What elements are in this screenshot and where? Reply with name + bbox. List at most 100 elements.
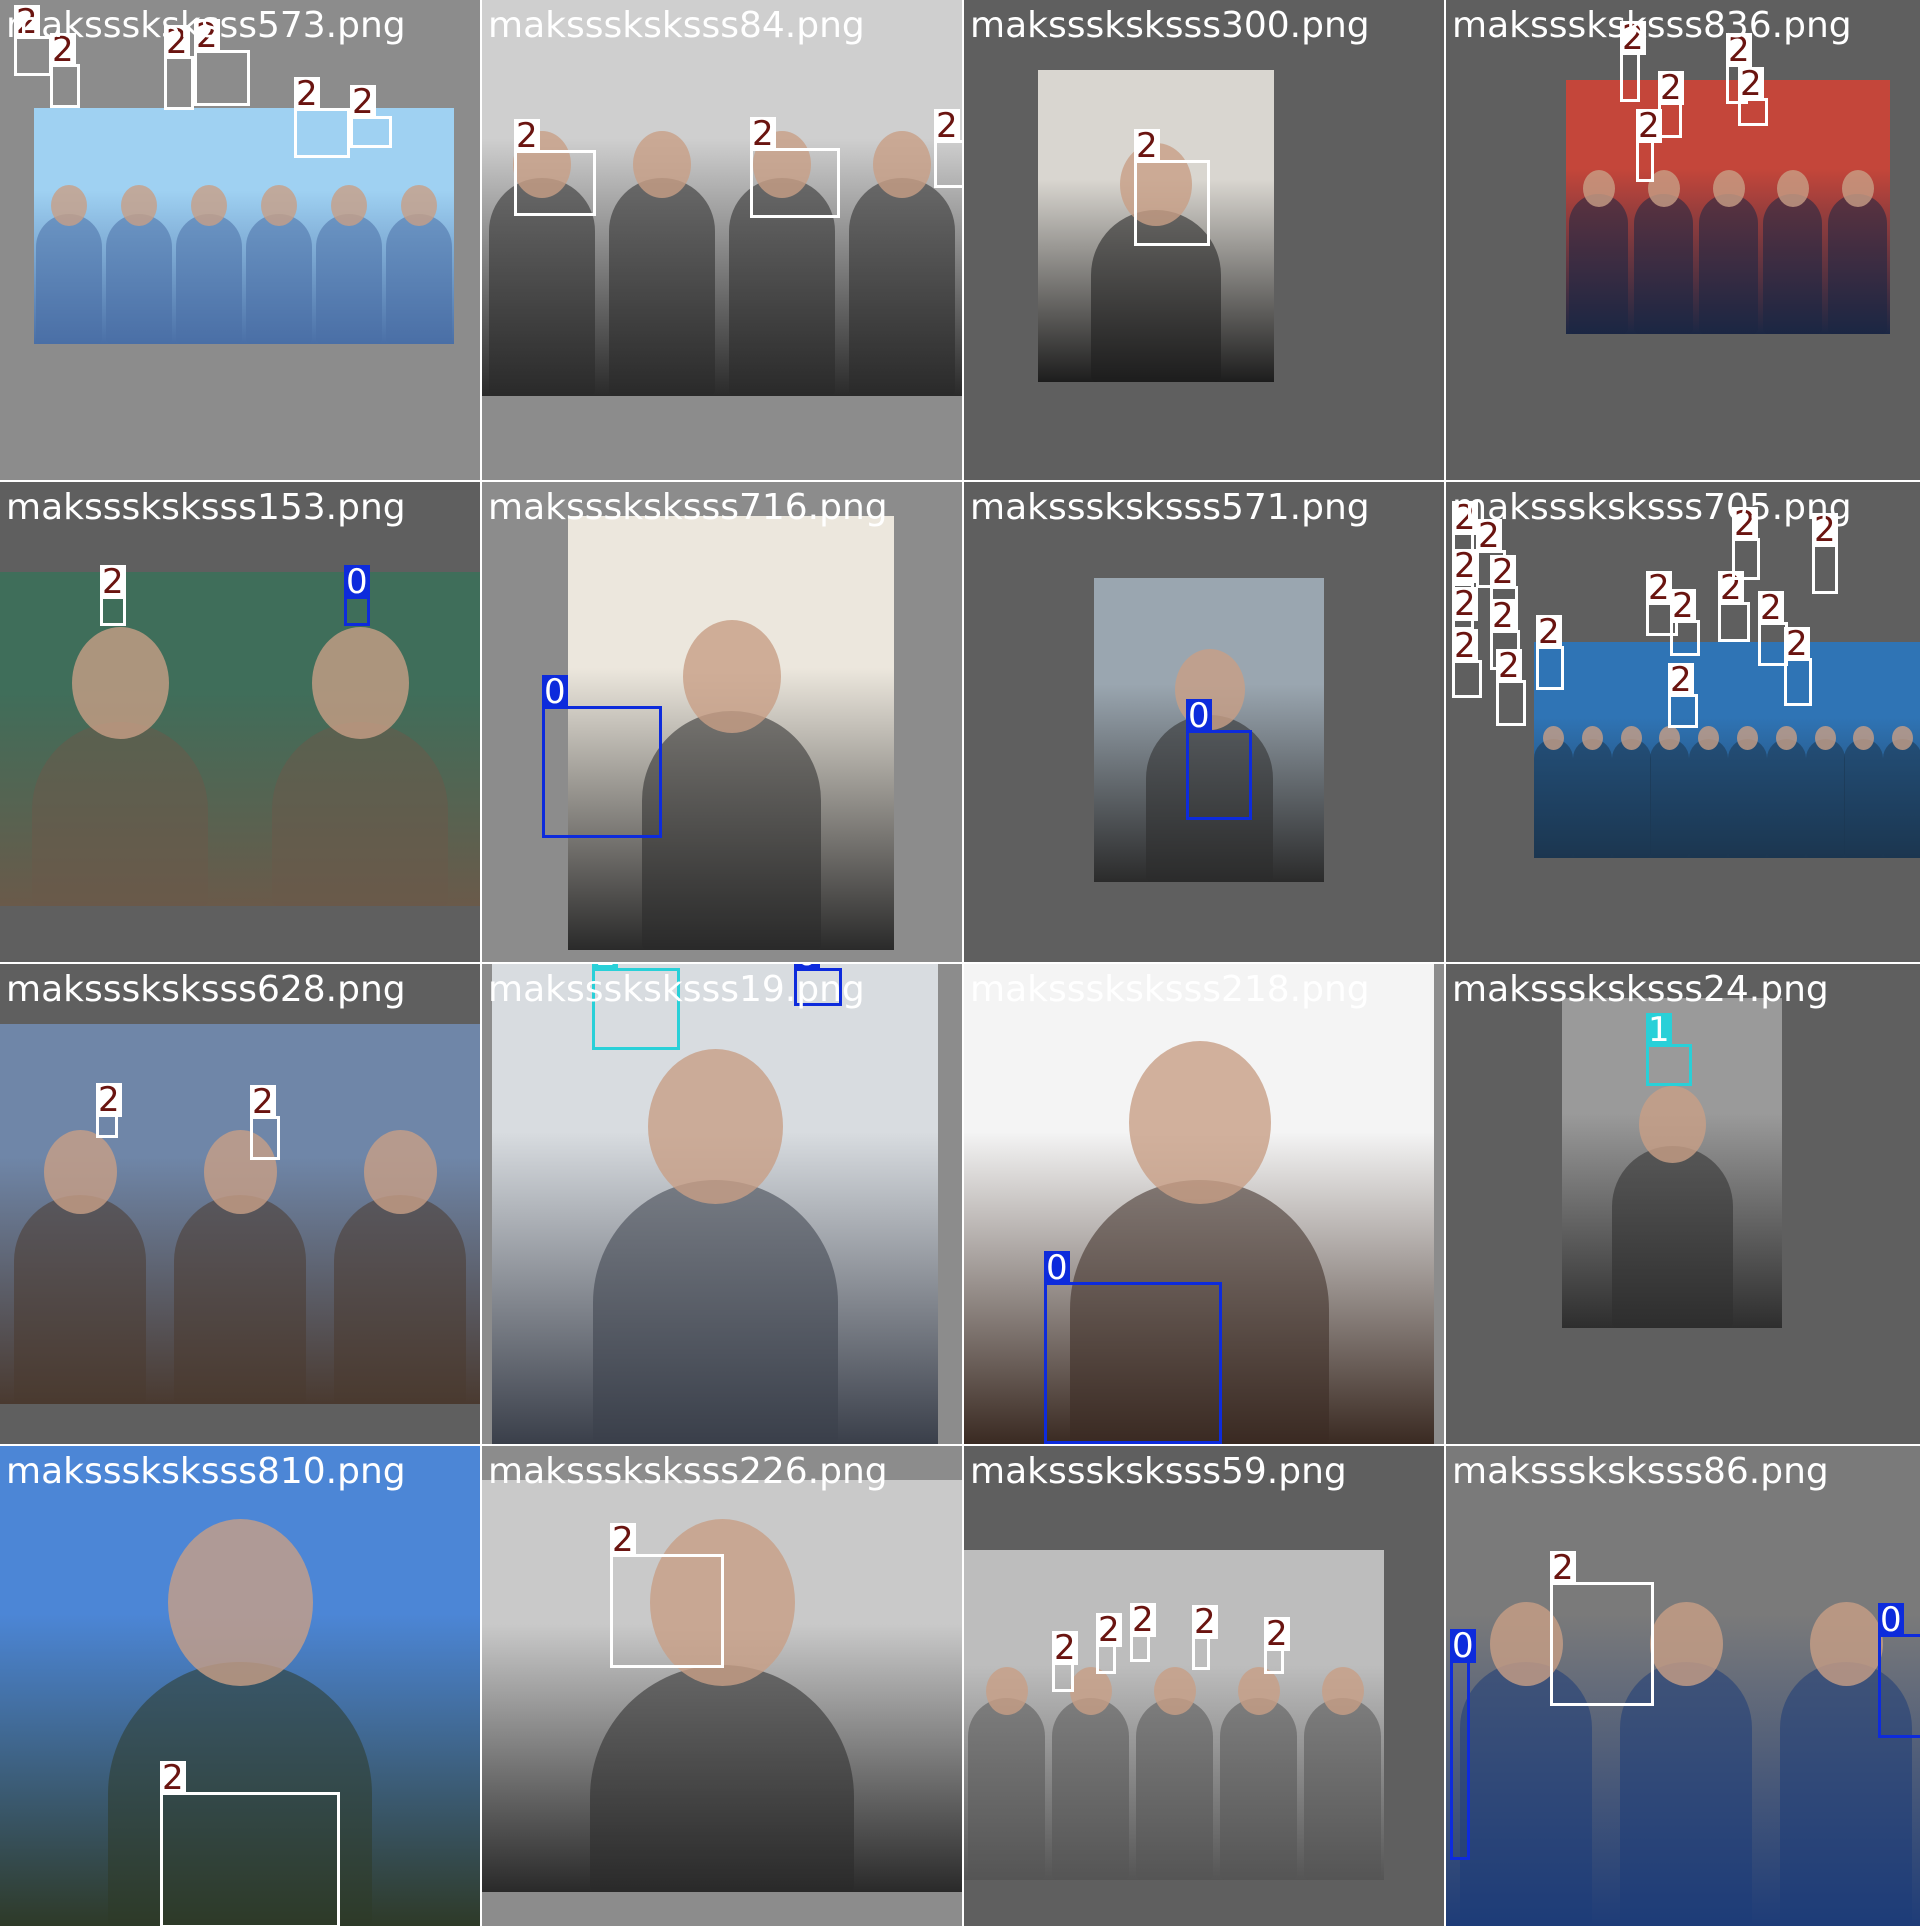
mosaic-tile: maksssksksss716.png 0 [482,482,962,962]
detection-box-class-2: 2 [1812,513,1838,594]
photo-head [401,185,437,226]
detection-label: 2 [294,74,320,114]
photo-head [1129,1041,1271,1204]
tile-photo [1534,642,1920,858]
photo-head [191,185,227,226]
photo-head [1154,1667,1196,1715]
detection-box-class-2: 2 [1496,649,1526,726]
detection-box-class-2: 2 [1620,21,1646,102]
mosaic-tile: maksssksksss836.png 2 2 2 2 2 [1446,0,1920,480]
detection-box-class-2: 2 [934,109,962,188]
detection-label: 2 [1646,568,1672,608]
photo-head [1892,726,1913,750]
photo-silhouette [174,1195,306,1404]
photo-head [331,185,367,226]
photo-head [1853,726,1874,750]
detection-box-class-2: 2 [250,1085,280,1160]
photo-head [873,131,931,198]
tile-filename: maksssksksss300.png [970,5,1370,46]
detection-box-class-2: 2 [100,565,126,626]
photo-head [1713,170,1745,207]
tile-photo [0,1024,480,1404]
tile-filename: maksssksksss628.png [6,969,406,1010]
mosaic-tile: maksssksksss84.png 2 2 2 [482,0,962,480]
photo-silhouette [968,1698,1045,1880]
mosaic-tile: maksssksksss218.png 0 [964,964,1444,1444]
photo-head [986,1667,1028,1715]
detection-box-class-2: 2 [1658,71,1684,138]
detection-label: 2 [1496,646,1522,686]
detection-label: 2 [1550,1548,1576,1588]
photo-silhouette [1883,739,1920,858]
photo-head [1698,726,1719,750]
detection-label: 2 [1452,584,1478,624]
detection-label: 2 [1264,1614,1290,1654]
detection-label: 0 [1186,696,1212,736]
photo-head [364,1130,437,1214]
detection-label: 2 [934,106,960,146]
photo-silhouette [14,1195,146,1404]
photo-head [1650,1602,1723,1686]
tile-photo [482,1480,962,1892]
detection-box-class-0: 0 [1186,699,1252,820]
photo-silhouette [1573,739,1612,858]
mosaic-tile: maksssksksss153.png 2 0 [0,482,480,962]
photo-silhouette [642,711,821,950]
photo-head [633,131,691,198]
detection-label: 2 [1452,626,1478,666]
photo-silhouette [386,214,452,344]
photo-silhouette [849,178,955,396]
photo-silhouette [593,1180,838,1444]
detection-box-class-2: 2 [294,77,350,158]
detection-box-class-2: 2 [1550,1551,1654,1706]
detection-label: 2 [1490,596,1516,636]
mosaic-tile: maksssksksss86.png 2 0 0 [1446,1446,1920,1926]
tile-filename: maksssksksss19.png [488,969,865,1010]
photo-head [1238,1667,1280,1715]
detection-label: 2 [514,116,540,156]
detection-label: 2 [1452,546,1478,586]
detection-label: 0 [344,562,370,602]
detection-label: 2 [350,82,376,122]
detection-box-class-0: 0 [1450,1629,1476,1860]
detection-box-class-2: 2 [160,1761,340,1926]
photo-silhouette [1767,739,1806,858]
photo-silhouette [1304,1698,1381,1880]
tile-filename: maksssksksss810.png [6,1451,406,1492]
detection-label: 0 [1878,1600,1904,1640]
mosaic-tile: maksssksksss24.png 1 [1446,964,1920,1444]
tile-filename: maksssksksss84.png [488,5,865,46]
photo-head [1777,170,1809,207]
photo-head [168,1519,313,1686]
photo-silhouette [32,722,208,906]
photo-silhouette [1806,739,1845,858]
tile-photo [964,1550,1384,1880]
detection-box-class-2: 2 [1784,627,1812,706]
tile-photo [1446,1446,1920,1926]
detection-box-class-2: 2 [1718,571,1750,642]
photo-head [1582,726,1603,750]
tile-filename: maksssksksss716.png [488,487,888,528]
photo-head [1842,170,1874,207]
detection-box-class-2: 2 [1668,663,1698,728]
photo-head [1070,1667,1112,1715]
detection-label: 2 [96,1080,122,1120]
tile-photo [0,572,480,906]
photo-silhouette [1844,739,1883,858]
detection-box-class-0: 0 [1044,1251,1222,1444]
mosaic-tile: maksssksksss59.png 2 2 2 2 2 [964,1446,1444,1926]
detection-box-class-2: 2 [164,25,194,110]
tile-filename: maksssksksss226.png [488,1451,888,1492]
detection-box-class-2: 2 [1738,67,1768,126]
detection-mosaic: maksssksksss573.png 2 2 2 2 2 2 maksssksksss84.… [0,0,1920,1926]
tile-filename: maksssksksss153.png [6,487,406,528]
photo-silhouette [1689,739,1728,858]
photo-head [1810,1602,1883,1686]
detection-box-class-2: 2 [1192,1605,1218,1670]
detection-label: 2 [1052,1628,1078,1668]
detection-box-class-2: 2 [50,33,80,108]
tile-filename: maksssksksss836.png [1452,5,1852,46]
detection-label: 2 [1670,586,1696,626]
detection-box-class-2: 2 [1052,1631,1078,1692]
mosaic-tile: maksssksksss705.png 2 2 2 2 2 2 2 2 2 2 2 2 2 2 2 2 2 [1446,482,1920,962]
